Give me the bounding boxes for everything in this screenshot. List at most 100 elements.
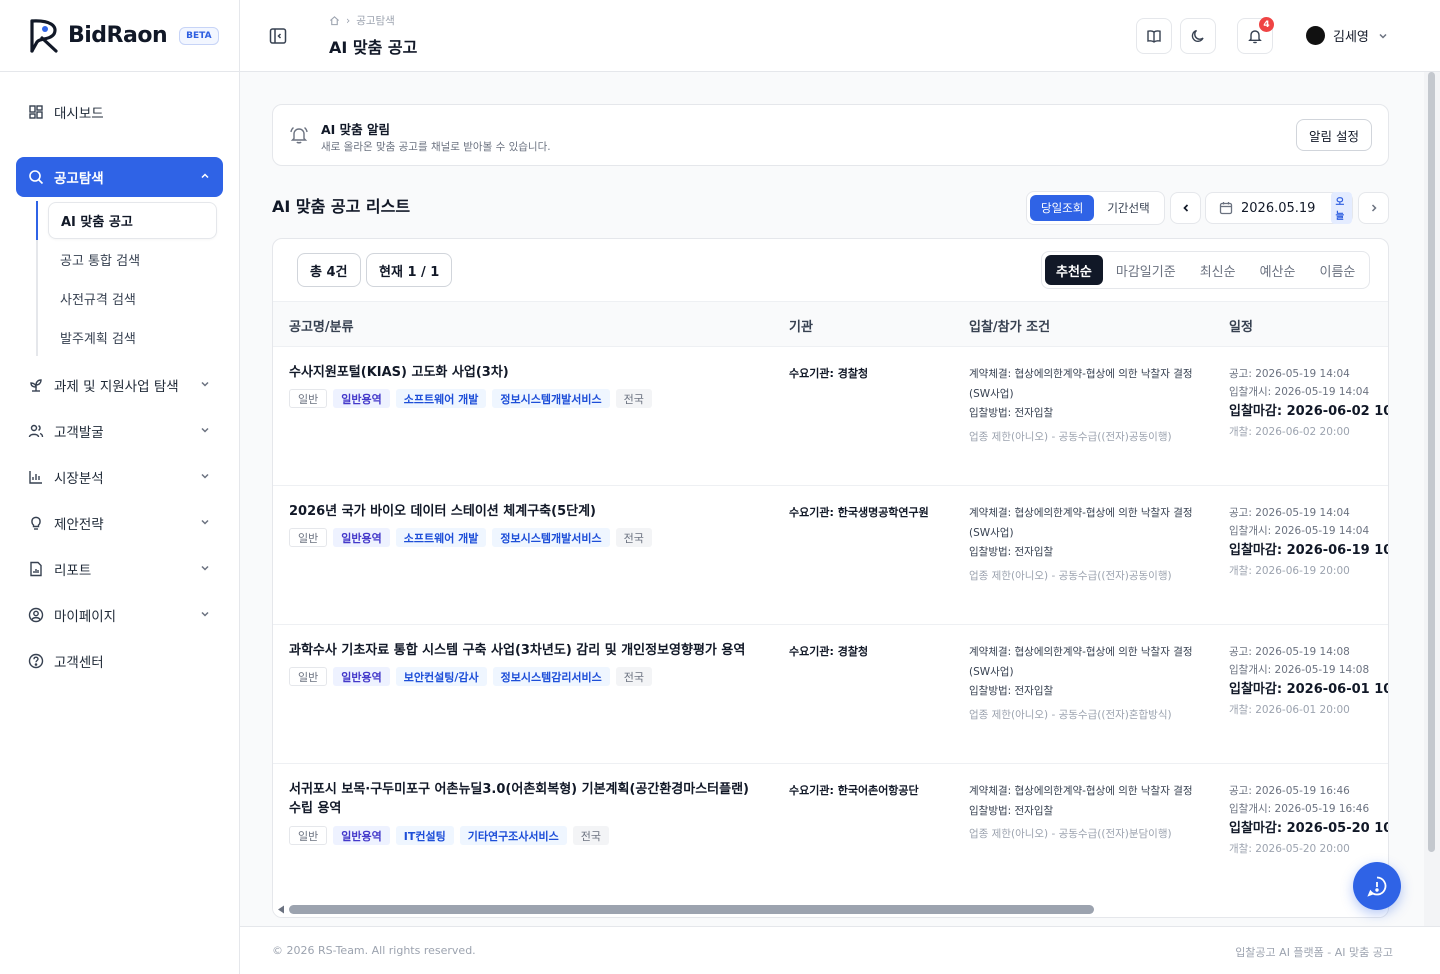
alert-description: 새로 올라온 맞춤 공고를 채널로 받아볼 수 있습니다.: [321, 141, 551, 153]
sidebar-item-label: 시장분석: [54, 471, 104, 487]
sidebar-item-dashboard[interactable]: 대시보드: [16, 92, 223, 132]
selected-date: 2026.05.19: [1241, 200, 1316, 216]
alert-settings-button[interactable]: 알림 설정: [1296, 119, 1372, 151]
page-title: AI 맞춤 공고: [329, 38, 418, 57]
date-picker[interactable]: 2026.05.19 오늘: [1205, 192, 1353, 224]
sidebar-item-bid-search[interactable]: 공고탐색: [16, 157, 223, 197]
bid-deadline: 입찰마감: 2026-06-01 10:00: [1229, 682, 1388, 697]
bar-chart-icon: [28, 469, 44, 485]
sidebar-item-label: 마이페이지: [54, 609, 117, 625]
logo-icon: [28, 18, 62, 54]
scrollbar-thumb[interactable]: [289, 905, 1094, 914]
table-row[interactable]: 서귀포시 보목·구두미포구 어촌뉴딜3.0(어촌회복형) 기본계획(공간환경마스…: [273, 764, 1388, 903]
chevron-down-icon: [199, 516, 211, 528]
sub-item-order-plan-search[interactable]: 발주계획 검색: [48, 319, 217, 356]
tag-region: 전국: [615, 667, 653, 686]
dark-mode-button[interactable]: [1180, 18, 1216, 54]
breadcrumb-item[interactable]: 공고탐색: [356, 13, 395, 28]
table-row[interactable]: 2026년 국가 바이오 데이터 스테이션 체계구축(5단계) 일반 일반용역 …: [273, 486, 1388, 625]
industry-limit: 업종 제한(아니오) - 공동수급((전자)공동이행): [969, 430, 1172, 443]
sort-deadline[interactable]: 마감일기준: [1105, 255, 1187, 285]
sidebar-item-mypage[interactable]: 마이페이지: [16, 595, 223, 635]
search-icon: [28, 169, 44, 185]
main-content: AI 맞춤 알림 새로 올라온 맞춤 공고를 채널로 받아볼 수 있습니다. 알…: [240, 72, 1424, 926]
scroll-left-icon[interactable]: [277, 905, 285, 914]
tag-type: 일반: [289, 389, 328, 408]
next-date-button[interactable]: [1358, 192, 1389, 224]
contract-method: 계약체결: 협상에의한계약-협상에 의한 낙찰자 결정: [969, 785, 1193, 797]
schedule: 공고: 2026-05-19 14:04 입찰개시: 2026-05-19 14…: [1229, 365, 1388, 441]
column-header[interactable]: 입찰/참가 조건: [969, 316, 1050, 335]
sort-recommended[interactable]: 추천순: [1045, 255, 1103, 285]
tag-region: 전국: [572, 826, 610, 845]
sidebar-item-projects[interactable]: 과제 및 지원사업 탐색: [16, 365, 223, 405]
avatar: [1306, 26, 1325, 45]
scrollbar-thumb[interactable]: [1428, 72, 1435, 852]
bid-conditions: 계약체결: 협상에의한계약-협상에 의한 낙찰자 결정 입찰방법: 전자입찰 업…: [969, 782, 1209, 845]
sidebar-item-customers[interactable]: 고객발굴: [16, 411, 223, 451]
tag-type: 일반: [289, 826, 328, 845]
sub-item-pre-spec-search[interactable]: 사전규격 검색: [48, 280, 217, 317]
prev-date-button[interactable]: [1170, 192, 1201, 224]
notification-button[interactable]: 4: [1237, 17, 1274, 54]
copyright: © 2026 RS-Team. All rights reserved.: [272, 944, 476, 957]
bid-list-table: 총 4건 현재 1 / 1 추천순 마감일기준 최신순 예산순 이름순 공고명/…: [272, 238, 1389, 918]
sidebar-collapse-icon[interactable]: [268, 26, 288, 46]
sidebar-item-label: 공고탐색: [54, 171, 104, 187]
bid-title[interactable]: 서귀포시 보목·구두미포구 어촌뉴딜3.0(어촌회복형) 기본계획(공간환경마스…: [289, 780, 759, 818]
brand-name: BidRaon: [68, 23, 168, 48]
tag-category: 일반용역: [333, 667, 390, 686]
sort-name[interactable]: 이름순: [1308, 255, 1366, 285]
document-chart-icon: [28, 561, 44, 577]
notice-date: 공고: 2026-05-19 14:08: [1229, 646, 1350, 658]
vertical-scrollbar[interactable]: [1424, 72, 1440, 926]
column-header[interactable]: 일정: [1229, 316, 1253, 335]
book-icon: [1146, 28, 1162, 44]
tag-subcategory: IT컨설팅: [395, 826, 454, 845]
notice-date: 공고: 2026-05-19 14:04: [1229, 507, 1350, 519]
home-icon[interactable]: [329, 15, 340, 26]
sidebar: BidRaon BETA 대시보드 공고탐색 AI 맞춤 공고 공고 통합 검색…: [0, 0, 240, 974]
guide-button[interactable]: [1136, 18, 1172, 54]
sort-budget[interactable]: 예산순: [1249, 255, 1307, 285]
schedule: 공고: 2026-05-19 14:04 입찰개시: 2026-05-19 14…: [1229, 504, 1388, 580]
horizontal-scrollbar[interactable]: [273, 901, 1388, 917]
agency: 수요기관: 경찰청: [789, 645, 869, 658]
tab-today[interactable]: 당일조회: [1030, 195, 1095, 221]
sidebar-item-strategy[interactable]: 제안전략: [16, 503, 223, 543]
sub-item-ai-match[interactable]: AI 맞춤 공고: [48, 202, 217, 239]
tag-subcategory: 보안컨설팅/감사: [395, 667, 487, 686]
bid-deadline: 입찰마감: 2026-06-02 10:00: [1229, 404, 1388, 419]
bid-start-date: 입찰개시: 2026-05-19 14:04: [1229, 386, 1370, 398]
tag-region: 전국: [615, 389, 652, 408]
table-row[interactable]: 과학수사 기초자료 통합 시스템 구축 사업(3차년도) 감리 및 개인정보영향…: [273, 625, 1388, 764]
user-menu[interactable]: 김세영: [1306, 26, 1389, 45]
contract-method: 계약체결: 협상에의한계약-협상에 의한 낙찰자 결정(SW사업): [969, 646, 1193, 678]
bid-title[interactable]: 2026년 국가 바이오 데이터 스테이션 체계구축(5단계): [289, 502, 759, 521]
tab-period[interactable]: 기간선택: [1096, 195, 1160, 221]
chat-support-button[interactable]: [1353, 862, 1401, 910]
page-indicator: 현재 1 / 1: [366, 253, 453, 287]
sort-latest[interactable]: 최신순: [1189, 255, 1247, 285]
tag-category: 일반용역: [333, 389, 390, 408]
column-header[interactable]: 공고명/분류: [289, 316, 354, 335]
column-header[interactable]: 기관: [789, 316, 813, 335]
date-mode-toggle: 당일조회 기간선택: [1026, 191, 1165, 225]
sub-item-integrated-search[interactable]: 공고 통합 검색: [48, 241, 217, 278]
sidebar-item-market[interactable]: 시장분석: [16, 457, 223, 497]
sidebar-item-report[interactable]: 리포트: [16, 549, 223, 589]
sidebar-item-support[interactable]: 고객센터: [16, 641, 223, 681]
tag-group: 일반 일반용역 소프트웨어 개발 정보시스템개발서비스 전국: [289, 389, 652, 408]
brand-logo[interactable]: BidRaon BETA: [0, 0, 239, 72]
table-row[interactable]: 수사지원포털(KIAS) 고도화 사업(3차) 일반 일반용역 소프트웨어 개발…: [273, 347, 1388, 486]
chevron-down-icon: [199, 562, 211, 574]
bid-title[interactable]: 수사지원포털(KIAS) 고도화 사업(3차): [289, 363, 759, 382]
bid-deadline: 입찰마감: 2026-05-20 10:00: [1229, 821, 1388, 836]
chevron-left-icon: [1180, 202, 1192, 214]
tag-group: 일반 일반용역 IT컨설팅 기타연구조사서비스 전국: [289, 826, 610, 845]
bid-deadline: 입찰마감: 2026-06-19 10:00: [1229, 543, 1388, 558]
help-circle-icon: [28, 653, 44, 669]
contract-method: 계약체결: 협상에의한계약-협상에 의한 낙찰자 결정(SW사업): [969, 507, 1193, 539]
bid-title[interactable]: 과학수사 기초자료 통합 시스템 구축 사업(3차년도) 감리 및 개인정보영향…: [289, 641, 759, 660]
bid-conditions: 계약체결: 협상에의한계약-협상에 의한 낙찰자 결정(SW사업) 입찰방법: …: [969, 643, 1209, 725]
